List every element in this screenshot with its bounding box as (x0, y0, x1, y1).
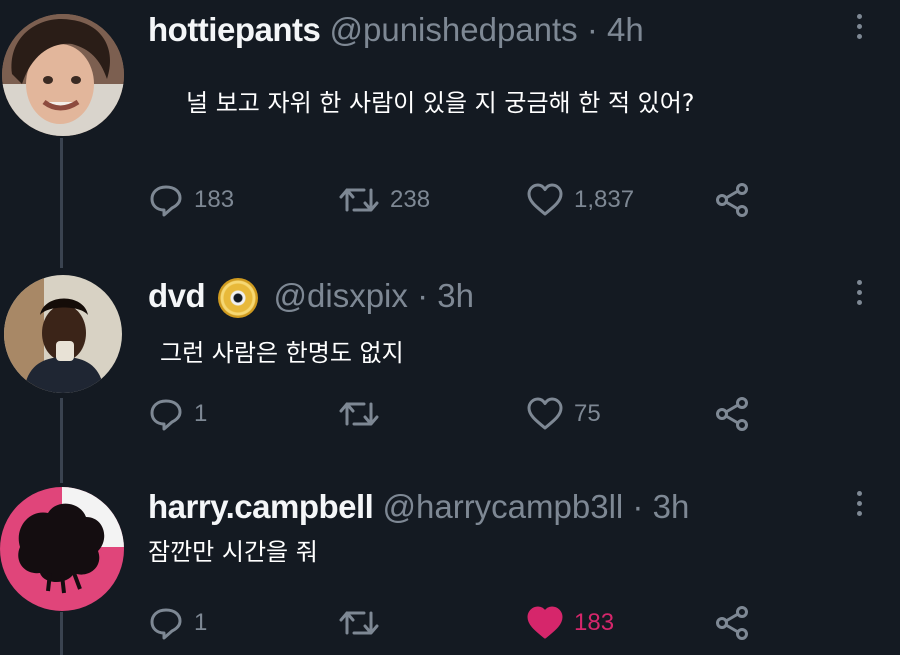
user-handle[interactable]: @disxpix (274, 277, 408, 314)
user-handle[interactable]: @harrycampb3ll (383, 488, 624, 525)
share-button[interactable] (714, 180, 750, 220)
more-options-icon[interactable] (854, 491, 864, 516)
dvd-disc-emoji-icon (218, 278, 259, 319)
timestamp[interactable]: 4h (607, 11, 644, 48)
share-icon (716, 183, 748, 217)
timestamp[interactable]: 3h (437, 277, 474, 314)
tweet-actions: 183 238 1,837 (148, 180, 768, 220)
separator-dot: · (632, 488, 644, 525)
reply-count: 1 (194, 400, 208, 427)
tweet: harry.campbell @harrycampb3ll · 3h 잠깐만 시… (0, 485, 900, 655)
retweet-button[interactable] (338, 394, 390, 434)
tweet-actions: 1 75 (148, 394, 768, 434)
display-name[interactable]: hottiepants (148, 11, 321, 48)
retweet-icon (339, 188, 379, 212)
display-name[interactable]: dvd (148, 277, 206, 314)
reply-count: 183 (194, 186, 235, 213)
timestamp[interactable]: 3h (653, 488, 690, 525)
like-icon (527, 397, 563, 430)
tweet: hottiepants @punishedpants · 4h 널 보고 자위 … (0, 0, 900, 260)
retweet-button[interactable] (338, 603, 390, 643)
display-name[interactable]: harry.campbell (148, 488, 374, 525)
separator-dot: · (417, 277, 429, 314)
avatar[interactable] (4, 275, 122, 393)
avatar[interactable] (0, 487, 124, 611)
tweet-text: 널 보고 자위 한 사람이 있을 지 궁금해 한 적 있어? (186, 89, 695, 117)
reply-button[interactable]: 1 (148, 394, 207, 434)
avatar-photo (2, 14, 124, 136)
reply-button[interactable]: 183 (148, 180, 234, 220)
retweet-icon (339, 611, 379, 635)
retweet-count: 238 (390, 186, 431, 213)
tweet-header: dvd @disxpix · 3h (148, 276, 474, 319)
avatar[interactable] (2, 14, 124, 136)
like-icon-filled (527, 606, 563, 639)
reply-count: 1 (194, 609, 208, 636)
like-button[interactable]: 183 (526, 603, 614, 643)
like-count: 183 (574, 609, 615, 636)
tweet-text: 잠깐만 시간을 줘 (148, 538, 318, 566)
more-options-icon[interactable] (854, 14, 864, 39)
tweet-header: harry.campbell @harrycampb3ll · 3h (148, 487, 689, 527)
like-count: 1,837 (574, 186, 635, 213)
share-button[interactable] (714, 603, 750, 643)
like-icon (527, 183, 563, 216)
share-icon (716, 606, 748, 640)
retweet-icon (339, 402, 379, 426)
reply-icon (150, 399, 182, 431)
like-button[interactable]: 1,837 (526, 180, 634, 220)
more-options-icon[interactable] (854, 280, 864, 305)
reply-button[interactable]: 1 (148, 603, 207, 643)
tweet-text: 그런 사람은 한명도 없지 (160, 339, 404, 367)
avatar-photo (4, 275, 122, 393)
tweet-actions: 1 183 (148, 603, 768, 643)
tweet: dvd @disxpix · 3h 그런 사람은 한명도 없지 1 75 (0, 270, 900, 470)
avatar-photo (0, 487, 124, 611)
tweet-header: hottiepants @punishedpants · 4h (148, 10, 644, 50)
share-icon (716, 397, 748, 431)
reply-icon (150, 185, 182, 217)
share-button[interactable] (714, 394, 750, 434)
like-button[interactable]: 75 (526, 394, 601, 434)
reply-icon (150, 608, 182, 640)
like-count: 75 (574, 400, 601, 427)
user-handle[interactable]: @punishedpants (330, 11, 578, 48)
separator-dot: · (586, 11, 598, 48)
retweet-button[interactable]: 238 (338, 180, 430, 220)
